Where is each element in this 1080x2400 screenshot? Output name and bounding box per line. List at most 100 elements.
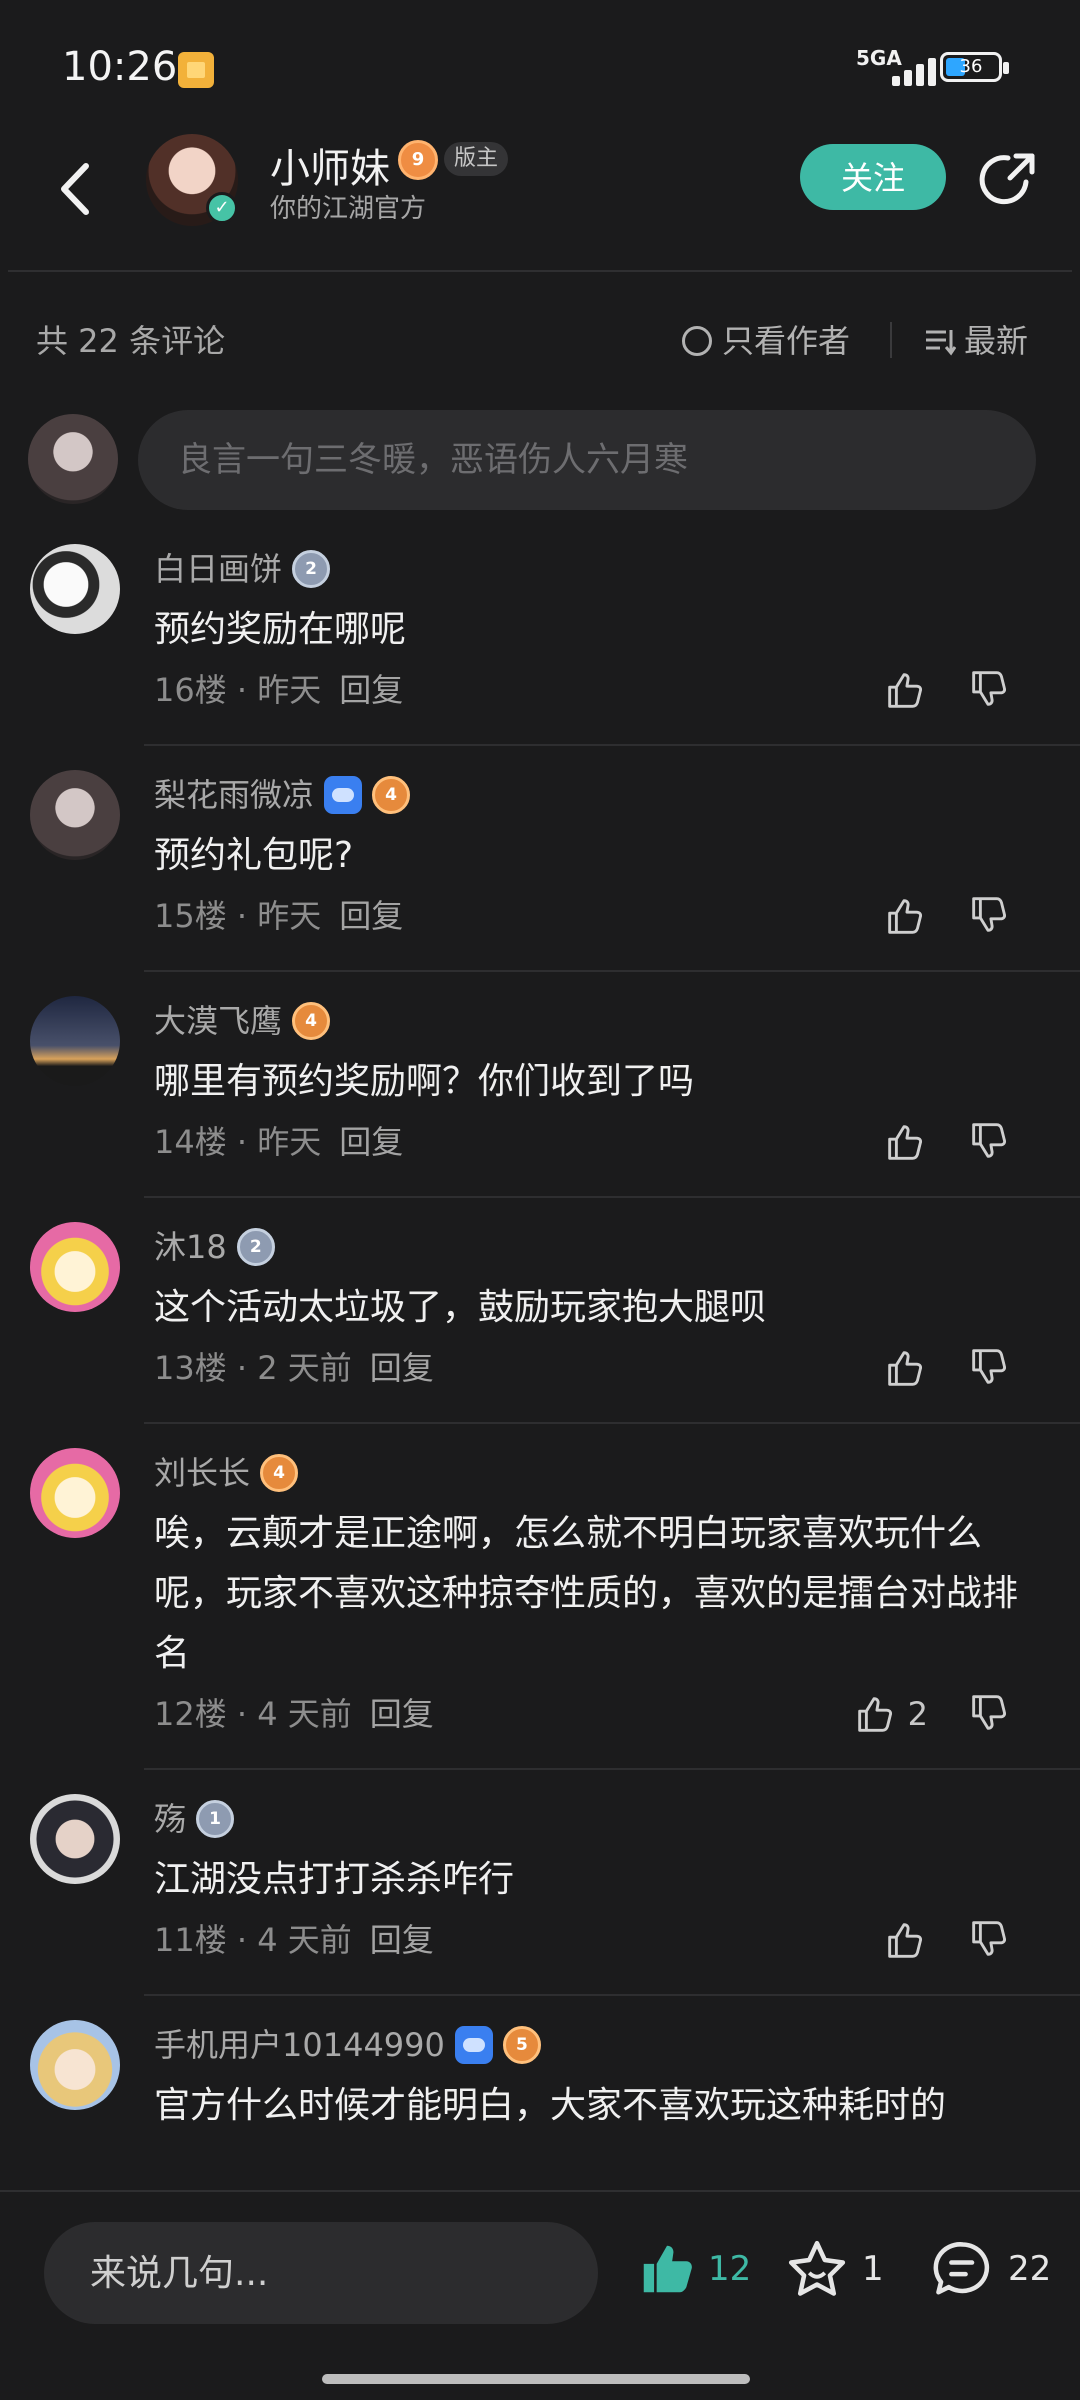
commenter-name[interactable]: 沐18	[154, 1222, 227, 1272]
comment-like-button[interactable]	[882, 1910, 928, 1970]
commenter-avatar[interactable]	[30, 1448, 120, 1538]
comment-like-button[interactable]	[882, 1338, 928, 1398]
comment-item[interactable]: 沐18 2 这个活动太垃圾了，鼓励玩家抱大腿呗 13楼 · 2 天前 回复	[0, 1218, 1080, 1424]
commenter-name-row: 梨花雨微凉 4	[154, 770, 1050, 820]
comment-dislike-button[interactable]	[966, 666, 1014, 714]
comment-like-button[interactable]	[882, 886, 928, 946]
thumb-down-icon	[972, 1921, 1006, 1956]
comment-time: 4 天前	[257, 1695, 352, 1733]
comment-meta: 13楼 · 2 天前 回复	[154, 1338, 1050, 1398]
author-only-toggle[interactable]: 只看作者	[682, 316, 850, 362]
thumb-down-icon	[972, 671, 1006, 706]
comment-like-button[interactable]: 2	[852, 1684, 928, 1744]
commenter-name[interactable]: 刘长长	[154, 1448, 250, 1498]
commenter-name[interactable]: 大漠飞鹰	[154, 996, 282, 1046]
author-name[interactable]: 小师妹	[270, 136, 390, 194]
game-badge-icon	[324, 776, 363, 814]
reply-button[interactable]: 回复	[339, 1123, 403, 1161]
comment-floor: 11楼	[154, 1921, 227, 1959]
thumb-up-icon	[888, 1125, 922, 1160]
comment-like-button[interactable]	[882, 1112, 928, 1172]
reply-button[interactable]: 回复	[370, 1349, 434, 1387]
favorite-button[interactable]: 1	[786, 2238, 884, 2300]
quick-comment-input[interactable]	[44, 2222, 598, 2324]
comment-item[interactable]: 大漠飞鹰 4 哪里有预约奖励啊？你们收到了吗 14楼 · 昨天 回复	[0, 992, 1080, 1198]
user-level-badge: 4	[292, 1002, 331, 1040]
thumb-down-icon	[972, 1349, 1006, 1384]
comment-dislike-button[interactable]	[966, 1916, 1014, 1964]
comment-text: 预约礼包呢?	[154, 835, 354, 876]
comment-time: 昨天	[257, 671, 322, 709]
comment-dislike-button[interactable]	[966, 1344, 1014, 1392]
comment-item[interactable]: 白日画饼 2 预约奖励在哪呢 16楼 · 昨天 回复	[0, 540, 1080, 746]
comment-item[interactable]: 殇 1 江湖没点打打杀杀咋行 11楼 · 4 天前 回复	[0, 1790, 1080, 1996]
bottom-action-bar: 12 1 22	[0, 2190, 1080, 2400]
user-level-badge: 5	[502, 2026, 541, 2064]
sort-latest-label: 最新	[964, 322, 1029, 360]
commenter-avatar[interactable]	[30, 996, 120, 1086]
user-level-badge: 2	[292, 550, 331, 588]
comment-list[interactable]: 白日画饼 2 预约奖励在哪呢 16楼 · 昨天 回复 梨花雨微凉 4 预约礼包呢? 15楼 · …	[0, 540, 1080, 2190]
back-icon[interactable]	[52, 154, 98, 224]
star-icon	[788, 2240, 846, 2296]
commenter-name[interactable]: 梨花雨微凉	[154, 770, 314, 820]
comment-text: 江湖没点打打杀杀咋行	[154, 1859, 515, 1900]
commenter-name[interactable]: 手机用户10144990	[154, 2020, 445, 2070]
thumb-up-icon	[888, 899, 922, 934]
reply-button[interactable]: 回复	[339, 671, 403, 709]
comment-item[interactable]: 手机用户10144990 5 官方什么时候才能明白，大家不喜欢玩这种耗时的	[0, 2016, 1080, 2136]
reply-button[interactable]: 回复	[370, 1921, 434, 1959]
commenter-name-row: 殇1	[154, 1794, 1050, 1844]
comment-count-label: 共 22 条评论	[36, 322, 226, 360]
commenter-avatar[interactable]	[30, 1794, 120, 1884]
comment-floor: 16楼	[154, 671, 227, 709]
commenter-name[interactable]: 白日画饼	[154, 544, 282, 594]
comment-dislike-button[interactable]	[966, 1118, 1014, 1166]
compose-row	[0, 410, 1080, 514]
post-like-count: 12	[708, 2249, 752, 2289]
battery-icon: 36	[940, 52, 1009, 82]
commenter-name[interactable]: 殇	[154, 1794, 186, 1844]
comment-floor: 15楼	[154, 897, 227, 935]
commenter-avatar[interactable]	[30, 1222, 120, 1312]
comment-dislike-button[interactable]	[966, 892, 1014, 940]
commenter-name-row: 刘长长 4	[154, 1448, 1050, 1498]
commenter-avatar[interactable]	[30, 770, 120, 860]
my-avatar	[28, 414, 118, 504]
moderator-badge: 版主	[444, 142, 509, 176]
comment-text: 唉，云颠才是正途啊，怎么就不明白玩家喜欢玩什么呢，玩家不喜欢这种掠夺性质的，喜欢…	[154, 1513, 1019, 1674]
commenter-avatar[interactable]	[30, 2020, 120, 2110]
share-icon[interactable]	[976, 148, 1040, 212]
reply-button[interactable]: 回复	[339, 897, 403, 935]
sort-bar: 共 22 条评论 只看作者 最新	[0, 304, 1080, 374]
comment-divider	[144, 1994, 1080, 1996]
author-level-badge: 9	[398, 140, 438, 180]
comment-item[interactable]: 刘长长 4 唉，云颠才是正途啊，怎么就不明白玩家喜欢玩什么呢，玩家不喜欢这种掠夺性质…	[0, 1444, 1080, 1770]
battery-level: 36	[959, 56, 983, 77]
commenter-avatar[interactable]	[30, 544, 120, 634]
comment-floor: 14楼	[154, 1123, 227, 1161]
author-subtitle: 你的江湖官方	[270, 194, 427, 224]
user-level-badge: 4	[372, 776, 411, 814]
comment-floor: 13楼	[154, 1349, 227, 1387]
post-like-button[interactable]: 12	[636, 2238, 751, 2300]
sort-latest-button[interactable]: 最新	[924, 316, 1028, 362]
comment-like-button[interactable]	[882, 660, 928, 720]
commenter-name-row: 大漠飞鹰 4	[154, 996, 1050, 1046]
meta-dot: ·	[226, 1921, 258, 1959]
commenter-name-row: 手机用户10144990 5	[154, 2020, 1050, 2070]
comment-meta: 11楼 · 4 天前 回复	[154, 1910, 1050, 1970]
game-badge-icon	[454, 2026, 493, 2064]
comment-dislike-button[interactable]	[966, 1690, 1014, 1738]
comment-time: 昨天	[257, 1123, 322, 1161]
home-indicator[interactable]	[322, 2374, 750, 2384]
comment-input[interactable]	[138, 410, 1036, 510]
comments-button[interactable]: 22	[932, 2238, 1051, 2300]
meta-dot: ·	[226, 1349, 258, 1387]
comment-item[interactable]: 梨花雨微凉 4 预约礼包呢? 15楼 · 昨天 回复	[0, 766, 1080, 972]
comment-icon	[933, 2242, 990, 2295]
follow-button[interactable]: 关注	[800, 144, 946, 210]
reply-button[interactable]: 回复	[370, 1695, 434, 1733]
favorite-count: 1	[862, 2249, 884, 2289]
comment-divider	[144, 1196, 1080, 1198]
